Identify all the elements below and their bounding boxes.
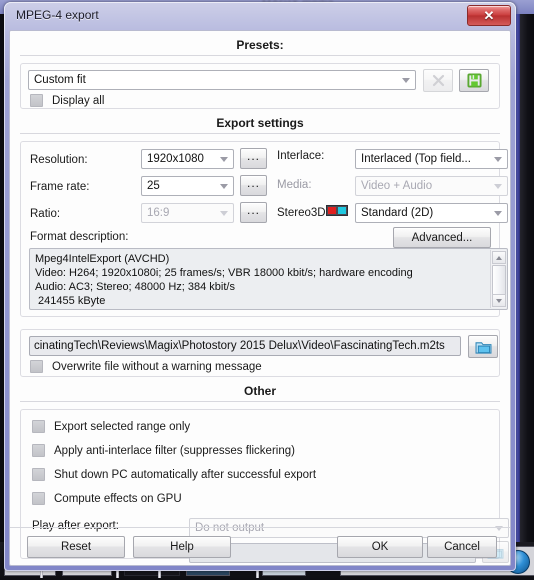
output-path-input[interactable]: cinatingTech\Reviews\Magix\Photostory 20… bbox=[29, 336, 461, 356]
dialog-title: MPEG-4 export bbox=[16, 8, 99, 22]
export-selected-range-label: Export selected range only bbox=[54, 420, 191, 433]
output-path-value: cinatingTech\Reviews\Magix\Photostory 20… bbox=[34, 340, 445, 352]
export-settings-heading: Export settings bbox=[216, 116, 304, 130]
other-divider bbox=[20, 401, 500, 402]
anti-interlace-filter-label: Apply anti-interlace filter (suppresses … bbox=[54, 444, 295, 457]
chevron-down-icon bbox=[220, 157, 228, 162]
stereo3d-select[interactable]: Standard (2D) bbox=[355, 203, 508, 223]
export-settings-divider bbox=[20, 133, 500, 134]
frame-rate-label: Frame rate: bbox=[30, 181, 90, 193]
other-heading: Other bbox=[243, 384, 276, 398]
chevron-down-icon bbox=[220, 184, 228, 189]
overwrite-label: Overwrite file without a warning message bbox=[52, 360, 262, 373]
frame-rate-select[interactable]: 25 bbox=[141, 176, 234, 196]
reset-button[interactable]: Reset bbox=[27, 536, 125, 558]
stereo3d-label: Stereo3D: bbox=[277, 207, 329, 219]
media-value: Video + Audio bbox=[361, 180, 433, 192]
save-preset-floppy-icon bbox=[466, 73, 482, 88]
resolution-browse-button[interactable]: ... bbox=[240, 148, 267, 169]
compute-on-gpu-label: Compute effects on GPU bbox=[54, 492, 182, 505]
ratio-label: Ratio: bbox=[30, 208, 61, 220]
compute-on-gpu-checkbox[interactable] bbox=[32, 492, 45, 505]
delete-preset-button[interactable] bbox=[423, 69, 453, 92]
ratio-value: 16:9 bbox=[147, 207, 170, 219]
delete-preset-x-icon bbox=[432, 74, 444, 87]
export-selected-range-row[interactable]: Export selected range only bbox=[32, 420, 190, 433]
triangle-up-icon bbox=[496, 255, 502, 260]
export-settings-group: Resolution: 1920x1080 ... Frame rate: 25… bbox=[20, 141, 508, 317]
anti-interlace-filter-checkbox[interactable] bbox=[32, 444, 45, 457]
chevron-down-icon bbox=[402, 78, 410, 83]
save-preset-button[interactable] bbox=[459, 69, 489, 92]
format-description-box: Mpeg4IntelExport (AVCHD) Video: H264; 19… bbox=[29, 248, 508, 310]
ratio-select: 16:9 bbox=[141, 203, 234, 223]
preset-select[interactable]: Custom fit bbox=[28, 70, 416, 90]
stereo3d-value: Standard (2D) bbox=[361, 207, 434, 219]
presets-group: Custom fit Display all bbox=[20, 63, 500, 109]
shutdown-pc-checkbox[interactable] bbox=[32, 468, 45, 481]
interlace-value: Interlaced (Top field... bbox=[361, 153, 471, 165]
anti-interlace-filter-row[interactable]: Apply anti-interlace filter (suppresses … bbox=[32, 444, 295, 457]
format-description-scrollbar[interactable] bbox=[490, 250, 506, 308]
shutdown-pc-label: Shut down PC automatically after success… bbox=[54, 468, 317, 481]
chevron-down-icon bbox=[494, 184, 502, 189]
anaglyph-3d-glasses-icon bbox=[326, 205, 348, 216]
scrollbar-thumb[interactable] bbox=[492, 265, 506, 295]
frame-rate-browse-button[interactable]: ... bbox=[240, 175, 267, 196]
help-button[interactable]: Help bbox=[133, 536, 231, 558]
output-path-browse-button[interactable] bbox=[468, 335, 498, 358]
shutdown-pc-row[interactable]: Shut down PC automatically after success… bbox=[32, 468, 316, 481]
dialog-client-area: Presets: Custom fit Display all Export s… bbox=[9, 30, 511, 566]
overwrite-row[interactable]: Overwrite file without a warning message bbox=[30, 360, 262, 373]
preset-select-value: Custom fit bbox=[34, 74, 86, 86]
scroll-up-button[interactable] bbox=[492, 251, 506, 264]
dialog-titlebar[interactable]: MPEG-4 export ✕ bbox=[4, 2, 516, 30]
triangle-down-icon bbox=[496, 298, 502, 303]
advanced-button[interactable]: Advanced... bbox=[393, 227, 491, 248]
scroll-down-button[interactable] bbox=[492, 294, 506, 307]
ok-button[interactable]: OK bbox=[337, 536, 423, 558]
display-all-label: Display all bbox=[52, 94, 105, 107]
close-icon: ✕ bbox=[483, 7, 495, 23]
display-all-checkbox[interactable] bbox=[30, 94, 43, 107]
presets-divider bbox=[20, 55, 500, 56]
display-all-row[interactable]: Display all bbox=[30, 94, 104, 107]
mpeg4-export-dialog: MPEG-4 export ✕ Presets: Custom fit Disp… bbox=[4, 2, 516, 571]
chevron-down-icon bbox=[494, 211, 502, 216]
interlace-label: Interlace: bbox=[277, 150, 325, 162]
format-description-text: Mpeg4IntelExport (AVCHD) Video: H264; 19… bbox=[35, 253, 413, 307]
media-select: Video + Audio bbox=[355, 176, 508, 196]
ratio-browse-button[interactable]: ... bbox=[240, 202, 267, 223]
background-right-panel bbox=[518, 14, 534, 580]
overwrite-checkbox[interactable] bbox=[30, 360, 43, 373]
cancel-button[interactable]: Cancel bbox=[427, 536, 497, 558]
output-file-group: cinatingTech\Reviews\Magix\Photostory 20… bbox=[20, 329, 500, 377]
format-description-label: Format description: bbox=[30, 231, 129, 243]
frame-rate-value: 25 bbox=[147, 180, 160, 192]
compute-on-gpu-row[interactable]: Compute effects on GPU bbox=[32, 492, 182, 505]
media-label: Media: bbox=[277, 179, 312, 191]
chevron-down-icon bbox=[220, 211, 228, 216]
resolution-select[interactable]: 1920x1080 bbox=[141, 149, 234, 169]
dialog-button-bar: Reset Help OK Cancel bbox=[10, 527, 510, 565]
folder-open-icon bbox=[475, 341, 491, 354]
resolution-label: Resolution: bbox=[30, 154, 88, 166]
chevron-down-icon bbox=[494, 157, 502, 162]
resolution-value: 1920x1080 bbox=[147, 153, 204, 165]
interlace-select[interactable]: Interlaced (Top field... bbox=[355, 149, 508, 169]
close-button[interactable]: ✕ bbox=[467, 5, 511, 26]
presets-heading: Presets: bbox=[236, 38, 284, 52]
export-selected-range-checkbox[interactable] bbox=[32, 420, 45, 433]
